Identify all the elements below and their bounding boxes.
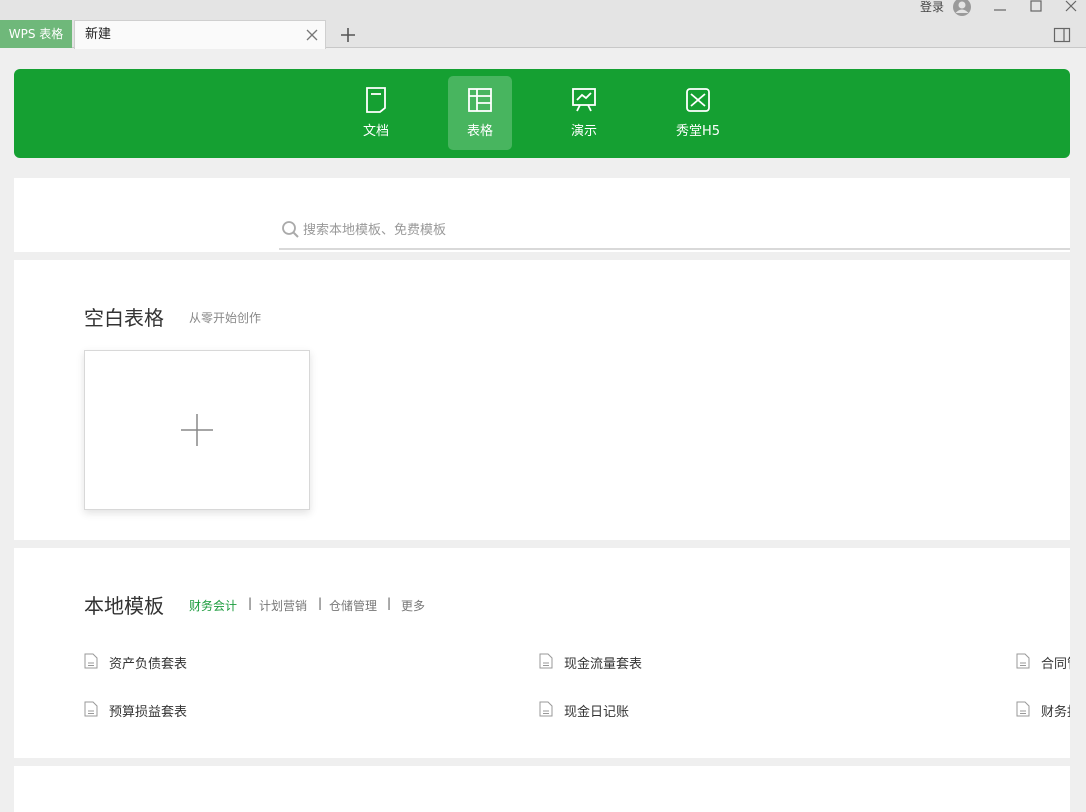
- file-icon: [84, 653, 98, 669]
- avatar-icon[interactable]: [951, 0, 973, 17]
- blank-section: 空白表格 从零开始创作: [14, 260, 1070, 540]
- minimize-icon[interactable]: [992, 0, 1008, 14]
- tab-label: 新建: [85, 27, 112, 42]
- nav-label: 演示: [570, 124, 597, 139]
- document-icon: [366, 87, 386, 113]
- template-item[interactable]: 合同管理: [1016, 652, 1070, 672]
- login-link[interactable]: 登录: [920, 0, 944, 14]
- file-icon: [1016, 701, 1030, 717]
- file-icon: [539, 653, 553, 669]
- file-icon: [539, 701, 553, 717]
- template-name: 合同管理: [1041, 657, 1070, 672]
- separator: |: [387, 596, 392, 610]
- nav-item-h5[interactable]: 秀堂H5: [666, 76, 730, 150]
- category-warehouse[interactable]: 仓储管理: [329, 597, 377, 614]
- separator: |: [248, 596, 253, 610]
- add-tab-icon[interactable]: [338, 25, 358, 45]
- template-item[interactable]: 现金流量套表: [539, 652, 759, 672]
- template-item[interactable]: 财务报表: [1016, 700, 1070, 720]
- nav-item-presentation[interactable]: 演示: [552, 76, 616, 150]
- template-item[interactable]: 预算损益套表: [84, 700, 304, 720]
- section-title: 本地模板: [84, 594, 164, 618]
- app-tab[interactable]: WPS 表格: [0, 20, 72, 48]
- category-finance[interactable]: 财务会计: [189, 597, 237, 614]
- tab-new[interactable]: 新建: [74, 20, 326, 49]
- separator: |: [318, 596, 323, 610]
- template-name: 财务报表: [1041, 705, 1070, 720]
- title-bar: WPS 表格 新建 登录: [0, 0, 1086, 49]
- next-section: [14, 766, 1070, 812]
- template-name: 预算损益套表: [109, 705, 188, 720]
- close-window-icon[interactable]: [1063, 0, 1079, 14]
- local-templates-section: 本地模板 财务会计 | 计划营销 | 仓储管理 | 更多 资产负债套表 现金流量…: [14, 548, 1070, 758]
- template-name: 资产负债套表: [109, 657, 188, 672]
- section-subtitle: 从零开始创作: [189, 311, 262, 325]
- presentation-icon: [572, 88, 596, 112]
- template-name: 现金流量套表: [564, 657, 643, 672]
- nav-item-document[interactable]: 文档: [342, 76, 410, 150]
- sidebar-toggle-icon[interactable]: [1053, 27, 1071, 43]
- template-item[interactable]: 现金日记账: [539, 700, 759, 720]
- category-marketing[interactable]: 计划营销: [259, 597, 307, 614]
- file-icon: [84, 701, 98, 717]
- new-blank-spreadsheet-card[interactable]: [84, 350, 310, 510]
- document-type-banner: 文档 表格 演示 秀堂H5: [14, 69, 1070, 158]
- file-icon: [1016, 653, 1030, 669]
- search-icon: [282, 221, 299, 238]
- nav-item-spreadsheet[interactable]: 表格: [448, 76, 512, 150]
- search-bar[interactable]: [279, 216, 1070, 250]
- maximize-icon[interactable]: [1028, 0, 1044, 14]
- category-more[interactable]: 更多: [401, 597, 425, 614]
- template-item[interactable]: 资产负债套表: [84, 652, 304, 672]
- nav-label: 文档: [362, 124, 389, 139]
- nav-label: 表格: [466, 124, 493, 139]
- search-input[interactable]: [303, 218, 1043, 242]
- h5-icon: [686, 88, 710, 112]
- plus-icon: [181, 414, 213, 446]
- template-name: 现金日记账: [564, 705, 630, 720]
- spreadsheet-icon: [468, 88, 492, 112]
- close-icon[interactable]: [305, 28, 319, 42]
- nav-label: 秀堂H5: [675, 124, 721, 139]
- section-title: 空白表格: [84, 306, 164, 330]
- search-panel: [14, 178, 1070, 252]
